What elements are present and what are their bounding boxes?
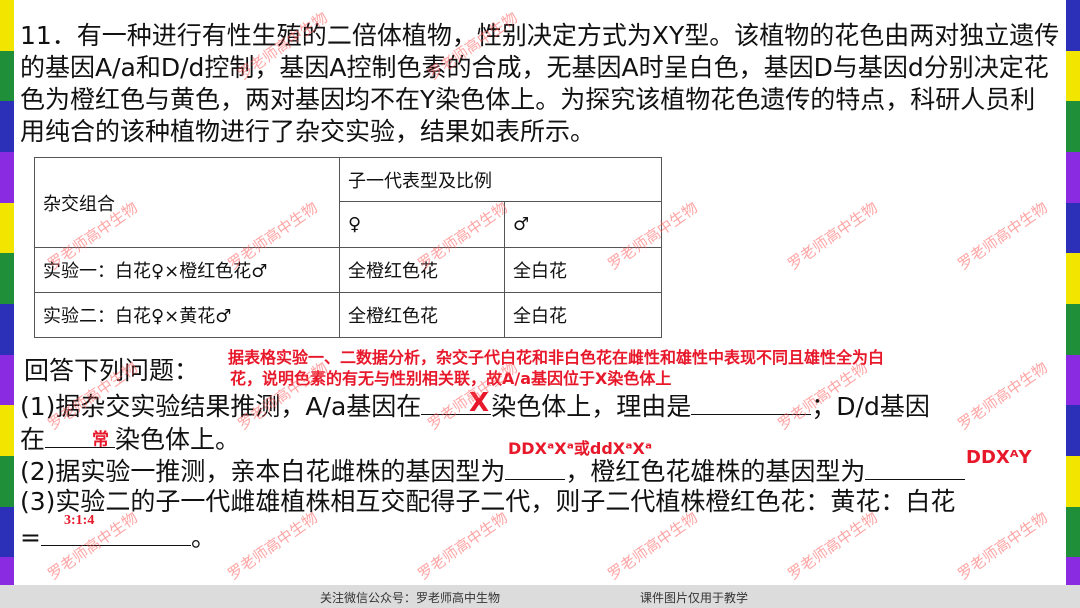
female-cell: 全橙红色花 (339, 247, 505, 293)
answer-blank-4: DDXᴬY (966, 447, 1032, 468)
question-1-line-2: 在 染色体上。 (20, 421, 240, 456)
header-female: ♀ (339, 201, 505, 248)
footer-usage-note: 课件图片仅用于教学 (640, 591, 749, 605)
answer-reason-line-1: 据表格实验一、二数据分析，杂交子代白花和非白色花在雌性和雄性中表现不同且雄性全为… (228, 348, 885, 367)
answer-blank-2: 常 (92, 430, 109, 450)
answer-blank-3: DDXᵃXᵃ或ddXᵃXᵃ (508, 439, 653, 458)
question-3-line-2: =。 (20, 519, 216, 554)
q3-text-b: = (20, 523, 41, 552)
left-color-strip (0, 0, 14, 608)
answer-intro: 回答下列问题： (24, 356, 200, 385)
experiment-table: 杂交组合 子一代表型及比例 ♀ ♂ 实验一：白花♀×橙红色花♂ 全橙红色花 全白… (34, 157, 662, 338)
answer-blank-5: 3:1:4 (64, 513, 95, 528)
answer-reason-line-2: 花，说明色素的有无与性别相关联，故A/a基因位于X染色体上 (230, 369, 672, 388)
q1-text-e: 染色体上。 (115, 425, 241, 454)
table-row: 实验二：白花♀×黄花♂ 全橙红色花 全白花 (34, 292, 662, 338)
header-male: ♂ (504, 201, 662, 248)
slide-content: 11．有一种进行有性生殖的二倍体植物，性别决定方式为XY型。该植物的花色由两对独… (14, 0, 1066, 585)
q2-text-a: (2)据实验一推测，亲本白花雌株的基因型为 (20, 457, 506, 486)
male-cell: 全白花 (504, 292, 662, 338)
cross-cell: 实验一：白花♀×橙红色花♂ (34, 247, 340, 293)
blank-reason (691, 388, 812, 415)
header-offspring: 子一代表型及比例 (339, 157, 662, 202)
q2-text-b: ，橙红色花雄株的基因型为 (565, 457, 866, 486)
female-cell: 全橙红色花 (339, 292, 505, 338)
footer-wechat-note: 关注微信公众号：罗老师高中生物 (320, 591, 501, 605)
q1-text-c: ；D/d基因 (811, 392, 930, 421)
q1-text-b: 染色体上，理由是 (491, 392, 692, 421)
q3-text-c: 。 (190, 523, 216, 552)
header-cross-group: 杂交组合 (34, 157, 340, 248)
table-row: 实验一：白花♀×橙红色花♂ 全橙红色花 全白花 (34, 247, 662, 293)
q1-text-d: 在 (20, 425, 46, 454)
right-color-strip (1066, 0, 1080, 608)
cross-cell: 实验二：白花♀×黄花♂ (34, 292, 340, 338)
blank-4 (865, 453, 966, 480)
question-stem: 11．有一种进行有性生殖的二倍体植物，性别决定方式为XY型。该植物的花色由两对独… (20, 21, 1060, 146)
footer-bar: 关注微信公众号：罗老师高中生物 课件图片仅用于教学 (0, 585, 1080, 608)
question-2: (2)据实验一推测，亲本白花雌株的基因型为 ，橙红色花雄株的基因型为 (20, 453, 966, 488)
question-3-line-1: (3)实验二的子一代雌雄植株相互交配得子二代，则子二代植株橙红色花：黄花：白花 (20, 487, 956, 516)
answer-blank-1: X (469, 388, 490, 418)
male-cell: 全白花 (504, 247, 662, 293)
q1-text-a: (1)据杂交实验结果推测，A/a基因在 (20, 392, 422, 421)
